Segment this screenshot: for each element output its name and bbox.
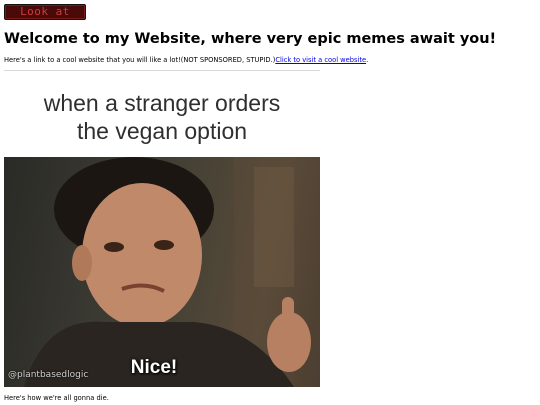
meme-photo: Nice! @plantbasedlogic [4, 157, 320, 387]
page-title: Welcome to my Website, where very epic m… [4, 31, 497, 47]
look-at-button[interactable]: Look at [4, 4, 86, 20]
intro-text: Here's a link to a cool website that you… [4, 56, 276, 64]
footer-text: Here's how we're all gonna die. [4, 394, 109, 402]
meme-image: when a stranger orders the vegan option [4, 78, 320, 387]
meme-watermark: @plantbasedlogic [8, 370, 89, 380]
meme-caption-line-2: the vegan option [76, 118, 248, 144]
divider [4, 70, 320, 71]
intro-paragraph: Here's a link to a cool website that you… [4, 56, 368, 65]
cool-website-link[interactable]: Click to visit a cool website [275, 56, 366, 64]
meme-caption-line-1: when a stranger orders [43, 90, 281, 116]
intro-suffix: . [366, 56, 369, 64]
meme-caption-area: when a stranger orders the vegan option [4, 78, 320, 157]
page: Look at Welcome to my Website, where ver… [0, 0, 540, 405]
meme-photo-illustration [24, 157, 320, 387]
